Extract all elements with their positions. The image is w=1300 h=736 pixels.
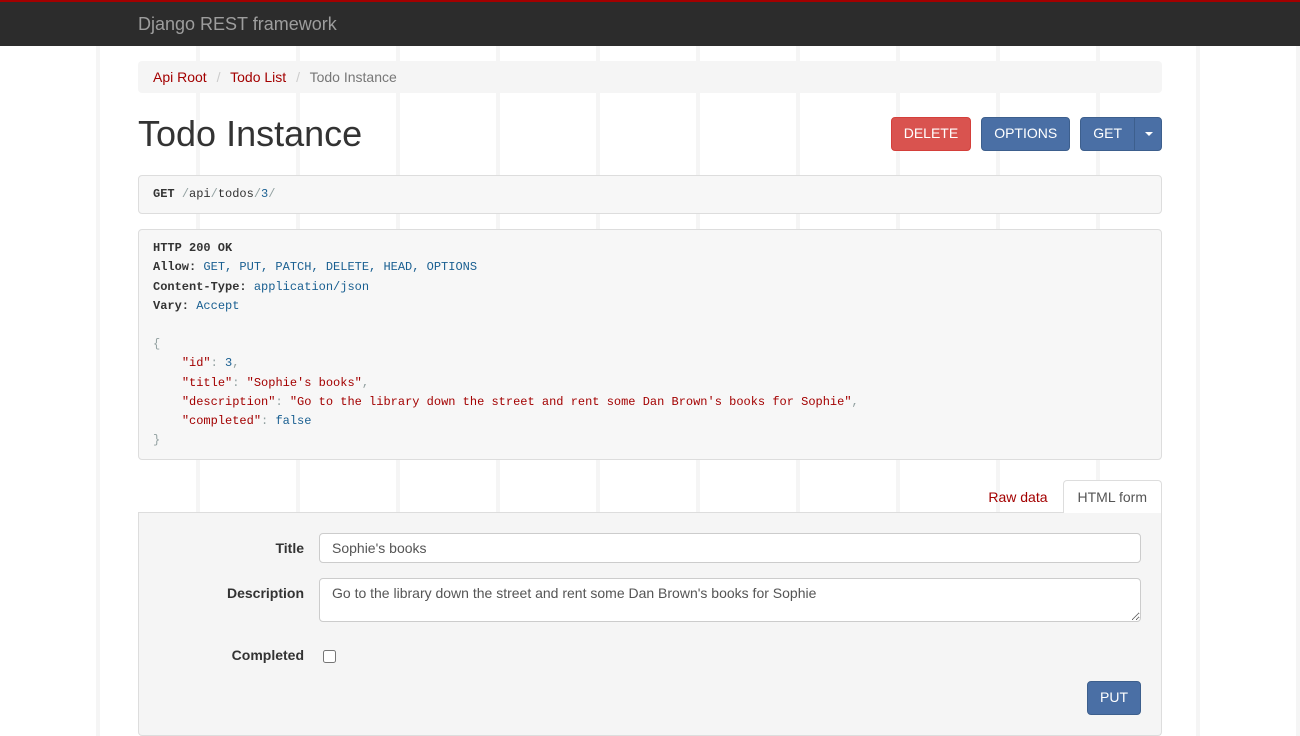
json-key: "title"	[182, 376, 232, 390]
status-line: HTTP 200 OK	[153, 241, 232, 255]
brand-link[interactable]: Django REST framework	[138, 3, 337, 46]
put-button[interactable]: PUT	[1087, 681, 1141, 715]
path-sep: /	[182, 187, 189, 201]
title-label: Title	[159, 533, 319, 563]
breadcrumb-api-root[interactable]: Api Root	[153, 69, 207, 85]
vary-label: Vary:	[153, 299, 189, 313]
json-value: false	[275, 414, 311, 428]
json-key: "description"	[182, 395, 276, 409]
breadcrumb-current: Todo Instance	[310, 69, 397, 85]
content-type-label: Content-Type:	[153, 280, 247, 294]
page-title: Todo Instance	[138, 113, 362, 155]
json-key: "completed"	[182, 414, 261, 428]
breadcrumb-separator: /	[296, 69, 300, 85]
json-value: "Go to the library down the street and r…	[290, 395, 852, 409]
caret-down-icon	[1145, 132, 1153, 136]
vary-value: Accept	[196, 299, 239, 313]
allow-label: Allow:	[153, 260, 196, 274]
response-panel: HTTP 200 OK Allow: GET, PUT, PATCH, DELE…	[138, 229, 1162, 460]
json-key: "id"	[182, 356, 211, 370]
tab-html-form[interactable]: HTML form	[1063, 480, 1162, 513]
brace-open: {	[153, 337, 160, 351]
breadcrumb: Api Root / Todo List / Todo Instance	[138, 61, 1162, 93]
brace-close: }	[153, 433, 160, 447]
description-textarea[interactable]: Go to the library down the street and re…	[319, 578, 1141, 622]
path-sep: /	[268, 187, 275, 201]
json-value: "Sophie's books"	[247, 376, 362, 390]
get-dropdown-toggle[interactable]	[1134, 117, 1162, 151]
breadcrumb-todo-list[interactable]: Todo List	[230, 69, 286, 85]
get-button-group: GET	[1080, 117, 1162, 151]
title-input[interactable]	[319, 533, 1141, 563]
delete-button[interactable]: DELETE	[891, 117, 971, 151]
path-segment: todos	[218, 187, 254, 201]
content-type-value: application/json	[254, 280, 369, 294]
tab-raw-data[interactable]: Raw data	[973, 480, 1062, 513]
request-panel: GET /api/todos/3/	[138, 175, 1162, 214]
path-sep: /	[254, 187, 261, 201]
request-method: GET	[153, 187, 175, 201]
description-label: Description	[159, 578, 319, 625]
html-form-panel: Title Description Go to the library down…	[138, 513, 1162, 736]
completed-checkbox[interactable]	[323, 650, 336, 663]
breadcrumb-separator: /	[217, 69, 221, 85]
path-segment: api	[189, 187, 211, 201]
completed-label: Completed	[159, 640, 319, 666]
get-button[interactable]: GET	[1080, 117, 1135, 151]
options-button[interactable]: OPTIONS	[981, 117, 1070, 151]
form-tabs: Raw data HTML form	[138, 480, 1162, 513]
navbar: Django REST framework	[0, 2, 1300, 46]
allow-value: GET, PUT, PATCH, DELETE, HEAD, OPTIONS	[203, 260, 477, 274]
path-sep: /	[211, 187, 218, 201]
